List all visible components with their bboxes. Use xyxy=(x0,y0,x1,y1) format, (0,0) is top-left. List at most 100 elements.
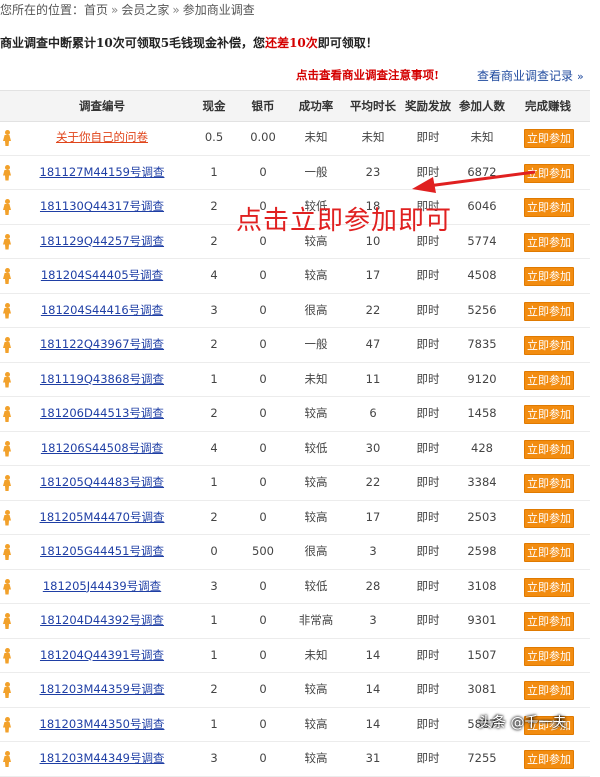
join-survey-button[interactable]: 立即参加 xyxy=(524,405,574,424)
survey-id-link[interactable]: 181206D44513号调查 xyxy=(40,397,164,431)
survey-id-link[interactable]: 181127M44159号调查 xyxy=(40,156,165,190)
table-row: 181204D44392号调查 1 0 非常高 3 即时 9301 立即参加 xyxy=(0,604,590,639)
participants-cell: 6046 xyxy=(467,199,497,213)
person-icon xyxy=(3,682,11,698)
header-reward: 奖励发放 xyxy=(405,99,451,113)
join-survey-button[interactable]: 立即参加 xyxy=(524,577,574,597)
join-survey-button[interactable]: 立即参加 xyxy=(524,750,574,769)
survey-notice-link[interactable]: 点击查看商业调查注意事项! xyxy=(296,67,439,83)
table-row: 181204S44416号调查 3 0 很高 22 即时 5256 立即参加 xyxy=(0,294,590,328)
success-rate-cell: 较低 xyxy=(304,578,328,593)
cash-cell: 4 xyxy=(210,268,218,282)
reward-cell: 即时 xyxy=(416,406,440,420)
breadcrumb-member-home-link[interactable]: 会员之家 xyxy=(121,3,169,17)
survey-id-link[interactable]: 181129Q44257号调查 xyxy=(40,225,164,259)
person-icon xyxy=(3,199,11,215)
avg-duration-cell: 17 xyxy=(365,509,381,524)
header-cash: 现金 xyxy=(202,99,226,113)
table-row: 关于你自己的问卷 0.5 0.00 未知 未知 即时 未知 立即参加 xyxy=(0,121,590,156)
annotation-text: 点击立即参加即可 xyxy=(236,206,453,236)
cash-cell: 4 xyxy=(210,440,218,455)
join-survey-button[interactable]: 立即参加 xyxy=(524,543,574,562)
cash-cell: 1 xyxy=(210,475,218,489)
participants-cell: 2598 xyxy=(467,544,497,558)
join-survey-button[interactable]: 立即参加 xyxy=(524,508,574,528)
reward-cell: 即时 xyxy=(416,475,440,489)
survey-id-link[interactable]: 181203M44350号调查 xyxy=(40,708,165,742)
cash-cell: 3 xyxy=(210,751,218,765)
silver-cell: 0 xyxy=(259,337,267,351)
cash-cell: 2 xyxy=(210,337,218,351)
join-survey-button[interactable]: 立即参加 xyxy=(524,646,574,666)
survey-id-link[interactable]: 181130Q44317号调查 xyxy=(40,190,164,224)
survey-id-link[interactable]: 181203M44359号调查 xyxy=(40,673,165,707)
cash-cell: 2 xyxy=(210,199,218,213)
survey-id-link[interactable]: 181205J44439号调查 xyxy=(43,570,161,604)
avg-duration-cell: 22 xyxy=(365,302,381,317)
silver-cell: 0 xyxy=(259,509,267,524)
survey-id-link[interactable]: 181205M44470号调查 xyxy=(40,501,165,535)
breadcrumb: 您所在的位置：首页» 会员之家» 参加商业调查 xyxy=(0,0,255,22)
survey-id-link[interactable]: 181204S44416号调查 xyxy=(41,294,163,328)
cash-cell: 3 xyxy=(210,578,218,593)
reward-cell: 即时 xyxy=(416,268,440,282)
silver-cell: 0 xyxy=(259,578,267,593)
participants-cell: 未知 xyxy=(470,130,494,144)
join-survey-button[interactable]: 立即参加 xyxy=(524,232,574,252)
person-icon xyxy=(3,337,11,353)
table-row: 181206S44508号调查 4 0 较低 30 即时 428 立即参加 xyxy=(0,432,590,466)
join-survey-button[interactable]: 立即参加 xyxy=(524,439,574,459)
join-survey-button[interactable]: 立即参加 xyxy=(524,612,574,631)
join-survey-button[interactable]: 立即参加 xyxy=(524,681,574,700)
participants-cell: 7255 xyxy=(467,751,497,765)
header-earn: 完成赚钱 xyxy=(525,99,571,113)
header-survey-id: 调查编号 xyxy=(79,99,125,113)
survey-id-link[interactable]: 181203M44349号调查 xyxy=(40,742,165,776)
join-survey-button[interactable]: 立即参加 xyxy=(524,129,574,148)
silver-cell: 0.00 xyxy=(250,130,276,144)
success-rate-cell: 很高 xyxy=(304,302,328,317)
avg-duration-cell: 3 xyxy=(369,613,377,627)
cash-cell: 2 xyxy=(210,682,218,696)
join-survey-button[interactable]: 立即参加 xyxy=(524,474,574,493)
reward-cell: 即时 xyxy=(416,544,440,558)
silver-cell: 0 xyxy=(259,751,267,765)
reward-cell: 即时 xyxy=(416,337,440,351)
person-icon xyxy=(3,302,11,319)
avg-duration-cell: 14 xyxy=(365,647,381,662)
participants-cell: 1458 xyxy=(467,406,497,420)
survey-id-link[interactable]: 181205G44451号调查 xyxy=(40,535,164,569)
survey-id-link[interactable]: 关于你自己的问卷 xyxy=(56,121,148,155)
person-icon xyxy=(3,475,11,491)
survey-id-link[interactable]: 181119Q43868号调查 xyxy=(40,363,164,397)
survey-id-link[interactable]: 181204Q44391号调查 xyxy=(40,639,164,673)
reward-cell: 即时 xyxy=(416,130,440,144)
person-icon xyxy=(3,751,11,767)
silver-cell: 0 xyxy=(259,406,267,420)
join-survey-button[interactable]: 立即参加 xyxy=(524,163,574,183)
join-survey-button[interactable]: 立即参加 xyxy=(524,301,574,321)
silver-cell: 0 xyxy=(259,613,267,627)
cash-cell: 1 xyxy=(210,647,218,662)
join-survey-button[interactable]: 立即参加 xyxy=(524,198,574,217)
table-row: 181203M44359号调查 2 0 较高 14 即时 3081 立即参加 xyxy=(0,673,590,708)
person-icon xyxy=(3,544,11,560)
join-survey-button[interactable]: 立即参加 xyxy=(524,370,574,390)
survey-id-link[interactable]: 181204D44392号调查 xyxy=(40,604,164,638)
join-survey-button[interactable]: 立即参加 xyxy=(524,336,574,355)
survey-id-link[interactable]: 181122Q43967号调查 xyxy=(40,328,164,362)
participants-cell: 5774 xyxy=(467,233,497,248)
participants-cell: 7835 xyxy=(467,337,497,351)
survey-id-link[interactable]: 181204S44405号调查 xyxy=(41,259,163,293)
header-silver: 银币 xyxy=(251,99,275,113)
survey-id-link[interactable]: 181205Q44483号调查 xyxy=(40,466,164,500)
survey-id-link[interactable]: 181206S44508号调查 xyxy=(41,432,163,466)
survey-records-link[interactable]: 查看商业调查记录» xyxy=(477,67,584,84)
join-survey-button[interactable]: 立即参加 xyxy=(524,267,574,286)
header-success-rate: 成功率 xyxy=(298,99,334,113)
avg-duration-cell: 6 xyxy=(369,406,377,420)
breadcrumb-home-link[interactable]: 首页 xyxy=(84,3,108,17)
participants-cell: 1507 xyxy=(467,647,497,662)
breadcrumb-separator: » xyxy=(172,3,180,17)
person-icon xyxy=(3,130,11,146)
